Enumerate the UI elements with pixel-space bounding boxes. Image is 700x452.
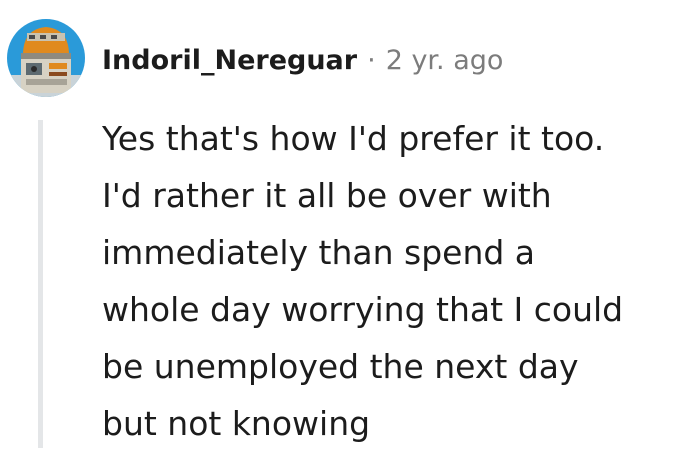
comment-body: Yes that's how I'd prefer it too. I'd ra…	[102, 110, 692, 452]
comment-body-line: but not knowing	[102, 404, 371, 443]
avatar[interactable]	[7, 19, 85, 97]
comment-body-line: whole day worrying that I could	[102, 290, 624, 329]
timestamp[interactable]: 2 yr. ago	[386, 45, 504, 76]
thread-collapse-line[interactable]	[38, 120, 43, 448]
comment-body-line: be unemployed the next day	[102, 347, 579, 386]
robot-avatar-icon	[7, 19, 85, 97]
username-link[interactable]: Indoril_Nereguar	[102, 45, 357, 76]
comment-meta: Indoril_Nereguar · 2 yr. ago	[102, 40, 503, 80]
meta-separator: ·	[367, 44, 376, 76]
comment: Indoril_Nereguar · 2 yr. ago Yes that's …	[0, 0, 700, 450]
comment-body-line: immediately than spend a	[102, 233, 536, 272]
comment-body-line: I'd rather it all be over with	[102, 176, 552, 215]
comment-body-line: Yes that's how I'd prefer it too.	[102, 119, 605, 158]
